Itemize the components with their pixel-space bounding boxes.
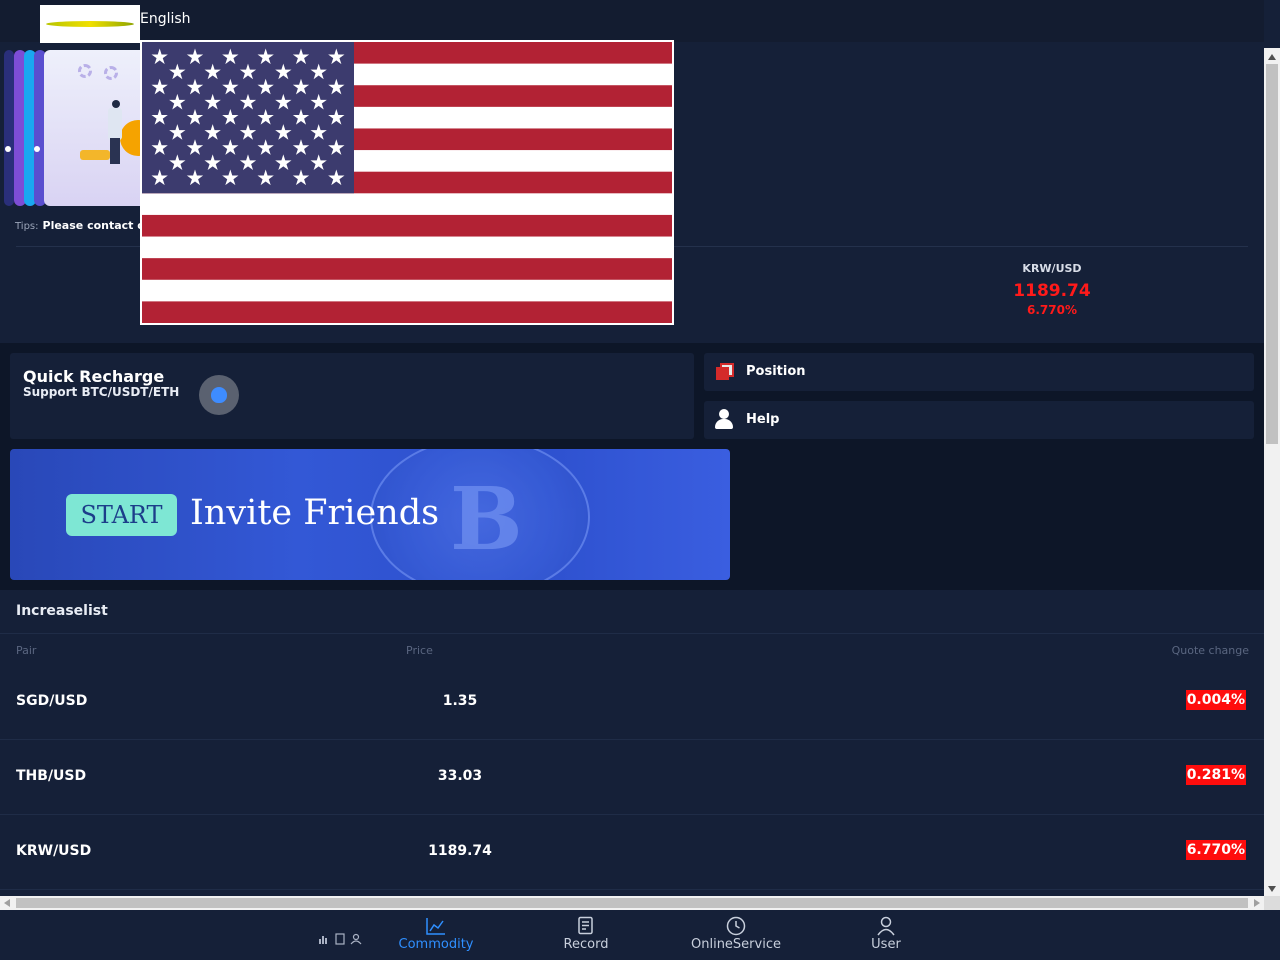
person-body — [108, 108, 122, 140]
row-price: 1.35 — [442, 693, 478, 709]
divider — [0, 633, 1264, 634]
nav-label: Record — [563, 937, 609, 952]
us-flag-icon[interactable] — [140, 40, 674, 325]
banner-carousel[interactable] — [0, 48, 140, 208]
ticker-pair: KRW/USD — [1022, 262, 1082, 275]
logo-swoosh-icon — [46, 21, 134, 27]
carousel-dot[interactable] — [34, 146, 40, 152]
person-legs — [110, 138, 120, 164]
tips-text: Please contact o — [42, 219, 145, 232]
scrollbar-thumb[interactable] — [16, 898, 1248, 908]
ticker-krw-usd[interactable]: KRW/USD 1189.74 6.770% — [1000, 262, 1104, 317]
row-price: 1189.74 — [428, 843, 492, 859]
table-row[interactable]: SGD/USD 1.35 0.004% — [0, 665, 1264, 740]
invite-friends-banner[interactable]: B START Invite Friends — [10, 449, 730, 580]
scroll-down-icon[interactable] — [1268, 886, 1276, 892]
column-header-pair: Pair — [16, 644, 37, 657]
user-icon — [877, 916, 895, 936]
carousel-slide — [4, 50, 14, 206]
ticker-change: 6.770% — [1027, 303, 1077, 317]
ticker-price: 1189.74 — [1013, 281, 1091, 301]
quick-recharge-card[interactable]: Quick Recharge Support BTC/USDT/ETH — [10, 353, 694, 439]
document-icon — [578, 916, 593, 935]
nav-label: OnlineService — [691, 937, 781, 952]
horizontal-scrollbar[interactable] — [0, 896, 1264, 910]
nav-commodity[interactable]: Commodity — [381, 916, 491, 952]
nav-label: User — [871, 937, 901, 952]
gear-icon — [104, 66, 118, 80]
language-selector[interactable]: English — [140, 11, 191, 27]
scrollbar-corner — [1264, 896, 1280, 910]
help-user-icon — [714, 409, 736, 431]
tips-notice: Tips: Please contact o — [15, 219, 145, 232]
clock-icon — [726, 916, 746, 936]
column-header-price: Price — [406, 644, 433, 657]
quick-recharge-title: Quick Recharge — [23, 367, 165, 386]
scroll-left-icon[interactable] — [4, 899, 10, 907]
help-button[interactable]: Help — [704, 401, 1254, 439]
invite-friends-title: Invite Friends — [190, 493, 440, 533]
chart-icon — [426, 918, 445, 935]
table-row[interactable]: KRW/USD 1189.74 6.770% — [0, 815, 1264, 890]
carousel-slide-illustration — [44, 50, 140, 206]
quick-recharge-subtitle: Support BTC/USDT/ETH — [23, 385, 180, 399]
nav-online-service[interactable]: OnlineService — [681, 916, 791, 952]
logo[interactable] — [40, 5, 140, 43]
help-label: Help — [746, 412, 780, 427]
row-change-badge: 0.004% — [1185, 690, 1246, 710]
vertical-scrollbar[interactable] — [1264, 48, 1280, 896]
person-head — [112, 100, 120, 108]
gear-icon — [78, 64, 92, 78]
increase-list-title: Increaselist — [16, 603, 108, 619]
money-bag-shape — [211, 387, 227, 403]
coin-stack-icon — [80, 150, 110, 160]
position-label: Position — [746, 364, 806, 379]
position-button[interactable]: Position — [704, 353, 1254, 391]
row-pair: KRW/USD — [16, 843, 92, 859]
row-pair: SGD/USD — [16, 693, 88, 709]
bitcoin-coin-icon — [120, 120, 140, 156]
row-price: 33.03 — [437, 768, 483, 784]
mini-icons-graphic — [319, 933, 362, 945]
row-change-badge: 0.281% — [1185, 765, 1246, 785]
us-flag-graphic — [142, 42, 672, 323]
bitcoin-symbol-icon: B — [450, 469, 523, 570]
mini-nav-icons — [318, 933, 364, 948]
nav-label: Commodity — [398, 937, 474, 952]
money-bag-icon[interactable] — [199, 375, 239, 415]
table-row[interactable]: THB/USD 33.03 0.281% — [0, 740, 1264, 815]
nav-record[interactable]: Record — [531, 916, 641, 952]
scrollbar-thumb[interactable] — [1266, 64, 1278, 444]
row-pair: THB/USD — [16, 768, 87, 784]
tips-label: Tips: — [15, 221, 39, 232]
carousel-dot[interactable] — [5, 146, 11, 152]
start-button[interactable]: START — [66, 494, 177, 536]
top-bar: English — [0, 0, 1264, 43]
column-header-quote-change: Quote change — [1171, 644, 1249, 657]
row-change-badge: 6.770% — [1185, 840, 1246, 860]
nav-user[interactable]: User — [831, 916, 941, 952]
scroll-right-icon[interactable] — [1254, 899, 1260, 907]
position-icon — [716, 363, 734, 381]
bottom-nav: Commodity Record OnlineService User — [0, 910, 1280, 960]
scroll-up-icon[interactable] — [1268, 54, 1276, 60]
